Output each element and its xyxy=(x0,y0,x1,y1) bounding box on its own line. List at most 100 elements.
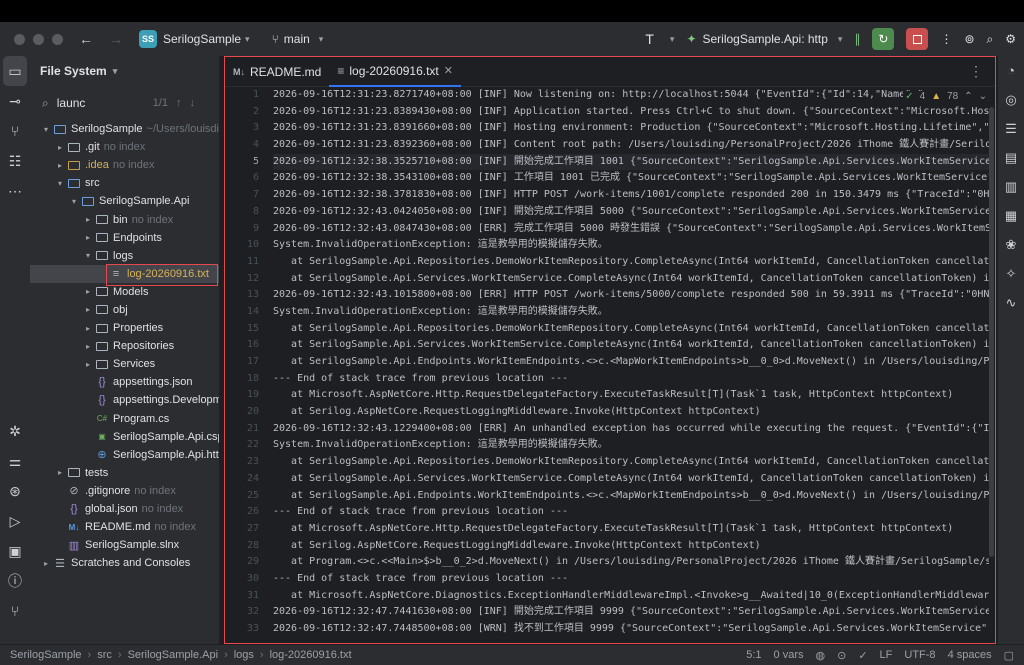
scrollbar-thumb[interactable] xyxy=(989,107,994,557)
chevron-right-icon[interactable]: ▸ xyxy=(82,360,94,369)
more-icon[interactable]: ⋮ xyxy=(940,32,952,46)
close-icon[interactable]: ✕ xyxy=(444,64,453,77)
chevron-down-icon[interactable]: ⌄ xyxy=(979,91,987,102)
tree-item[interactable]: ▸ .idea no index xyxy=(30,156,219,174)
database-icon[interactable]: ☰ xyxy=(998,114,1024,143)
nuget-icon[interactable]: ▦ xyxy=(998,201,1024,230)
breadcrumb-item[interactable]: log-20260916.txt xyxy=(270,649,352,661)
vertical-scrollbar[interactable] xyxy=(989,87,995,643)
play-icon[interactable]: ▷ xyxy=(0,506,30,536)
sync-icon[interactable]: ⊙ xyxy=(837,649,846,662)
tree-item[interactable]: ▾ SerilogSample~/Users/louisding xyxy=(30,120,219,138)
chevron-right-icon[interactable]: ▸ xyxy=(82,305,94,314)
lock-icon[interactable]: ▢ xyxy=(1004,649,1014,662)
breadcrumb-item[interactable]: src xyxy=(97,649,112,661)
commit-icon[interactable]: ⊸ xyxy=(0,86,30,116)
tree-item[interactable]: ▥ SerilogSample.slnx xyxy=(30,536,219,554)
chevron-down-icon[interactable]: ▾ xyxy=(54,179,66,188)
more-tools-icon[interactable]: ⋯ xyxy=(0,176,30,206)
inspection-widget[interactable]: ✓ 4 ▲ 78 ⌃ ⌄ xyxy=(903,91,989,102)
project-name[interactable]: SerilogSample xyxy=(163,32,241,46)
line-ending[interactable]: LF xyxy=(880,649,893,661)
tree-item[interactable]: M↓ README.md no index xyxy=(30,518,219,536)
chevron-right-icon[interactable]: ▸ xyxy=(82,287,94,296)
tree-search-input[interactable] xyxy=(56,96,139,110)
panel-header[interactable]: File System ▾ xyxy=(30,56,219,86)
indent-setting[interactable]: 4 spaces xyxy=(948,649,992,661)
tree-item[interactable]: ▸ obj xyxy=(30,301,219,319)
tree-item[interactable]: ▸ ☰ Scratches and Consoles xyxy=(30,554,219,572)
tree-item[interactable]: ▸ Endpoints xyxy=(30,229,219,247)
chevron-right-icon[interactable]: ▸ xyxy=(54,161,66,170)
chevron-down-icon[interactable]: ▾ xyxy=(40,125,52,134)
more-icon[interactable]: ⋮ xyxy=(969,63,983,80)
tree-item[interactable]: ▸ .git no index xyxy=(30,138,219,156)
caret-position[interactable]: 5:1 xyxy=(746,649,761,661)
tree-item[interactable]: ≡ log-20260916.txt xyxy=(30,264,219,283)
tree-item[interactable]: ▾ src xyxy=(30,174,219,192)
chevron-right-icon[interactable]: ▸ xyxy=(54,468,66,477)
terminal-icon[interactable]: ▣ xyxy=(0,536,30,566)
tree-item[interactable]: ▸ tests xyxy=(30,464,219,482)
chevron-down-icon[interactable]: ▾ xyxy=(670,34,675,45)
tree-item[interactable]: ▸ Properties xyxy=(30,319,219,337)
debug-icon[interactable]: ✲ xyxy=(0,416,30,446)
plugins-icon[interactable]: ✧ xyxy=(998,259,1024,288)
minimize-window-button[interactable] xyxy=(33,33,44,45)
ai-assistant-icon[interactable]: ⊚ xyxy=(964,32,974,46)
services-icon[interactable]: ⚌ xyxy=(0,446,30,476)
folder-icon[interactable]: ▭ xyxy=(3,56,27,86)
run-icon[interactable]: ⊛ xyxy=(0,476,30,506)
gear-icon[interactable]: ⚙ xyxy=(1005,32,1016,46)
tree-item[interactable]: ⊕ SerilogSample.Api.http xyxy=(30,446,219,464)
notifications-icon[interactable]: ◔ xyxy=(998,56,1024,85)
tree-item[interactable]: ▣ SerilogSample.Api.csprj xyxy=(30,428,219,446)
tree-item[interactable]: {} appsettings.Developme xyxy=(30,391,219,409)
stop-button[interactable] xyxy=(906,28,929,50)
tab-readme[interactable]: M↓ README.md xyxy=(225,57,329,87)
copilot-icon[interactable]: ❀ xyxy=(998,230,1024,259)
chevron-right-icon[interactable]: ▸ xyxy=(82,233,94,242)
zoom-window-button[interactable] xyxy=(52,33,63,45)
rerun-button[interactable]: ↻ xyxy=(872,28,895,50)
chevron-right-icon[interactable]: ▸ xyxy=(82,342,94,351)
pause-icon[interactable]: ∥ xyxy=(854,32,860,46)
chevron-right-icon[interactable]: ▸ xyxy=(82,215,94,224)
pull-request-icon[interactable]: ⑂ xyxy=(0,116,30,146)
close-window-button[interactable] xyxy=(14,33,25,45)
problems-icon[interactable]: ⓘ xyxy=(0,566,30,596)
chevron-down-icon[interactable]: ▾ xyxy=(245,34,250,45)
chevron-down-icon[interactable]: ▾ xyxy=(68,197,80,206)
breadcrumb-item[interactable]: SerilogSample.Api xyxy=(128,649,219,661)
breadcrumb-item[interactable]: SerilogSample xyxy=(10,649,82,661)
chevron-up-icon[interactable]: ⌃ xyxy=(964,91,972,102)
search-icon[interactable]: ⌕ xyxy=(987,32,994,47)
tree-item[interactable]: ▸ bin no index xyxy=(30,210,219,228)
git-icon[interactable]: ⑂ xyxy=(0,596,30,626)
forward-arrow-icon[interactable]: → xyxy=(109,31,123,47)
tree-item[interactable]: {} appsettings.json xyxy=(30,373,219,391)
tree-item[interactable]: C# Program.cs xyxy=(30,410,219,428)
tab-log-file[interactable]: ≡ log-20260916.txt ✕ xyxy=(329,57,461,87)
ai-chat-icon[interactable]: ◎ xyxy=(998,85,1024,114)
tree-item[interactable]: {} global.json no index xyxy=(30,500,219,518)
text-tool-icon[interactable]: T xyxy=(645,31,654,47)
tree-item[interactable]: ▾ SerilogSample.Api xyxy=(30,192,219,210)
tree-item[interactable]: ▸ Models xyxy=(30,283,219,301)
debug-vars[interactable]: 0 vars xyxy=(774,649,804,661)
back-arrow-icon[interactable]: ← xyxy=(79,31,93,47)
chevron-right-icon[interactable]: ▸ xyxy=(82,324,94,333)
branch-selector[interactable]: ⑂ main ▾ xyxy=(272,32,324,46)
tree-item[interactable]: ▾ logs xyxy=(30,247,219,265)
breadcrumb-item[interactable]: logs xyxy=(234,649,254,661)
profiler-icon[interactable]: ∿ xyxy=(998,288,1024,317)
structure-icon[interactable]: ☷ xyxy=(0,146,30,176)
check-icon[interactable]: ✓ xyxy=(858,649,867,662)
tree-item[interactable]: ⊘ .gitignore no index xyxy=(30,482,219,500)
code-view[interactable]: 2026-09-16T12:31:23.8271740+08:00 [INF] … xyxy=(273,87,989,643)
unit-tests-icon[interactable]: ▤ xyxy=(998,143,1024,172)
previous-match-icon[interactable]: ↑ xyxy=(176,97,182,109)
run-configuration-selector[interactable]: ✦ SerilogSample.Api: http ▾ xyxy=(686,32,842,46)
chevron-down-icon[interactable]: ▾ xyxy=(82,251,94,260)
ai-status-icon[interactable]: ◍ xyxy=(816,649,826,662)
